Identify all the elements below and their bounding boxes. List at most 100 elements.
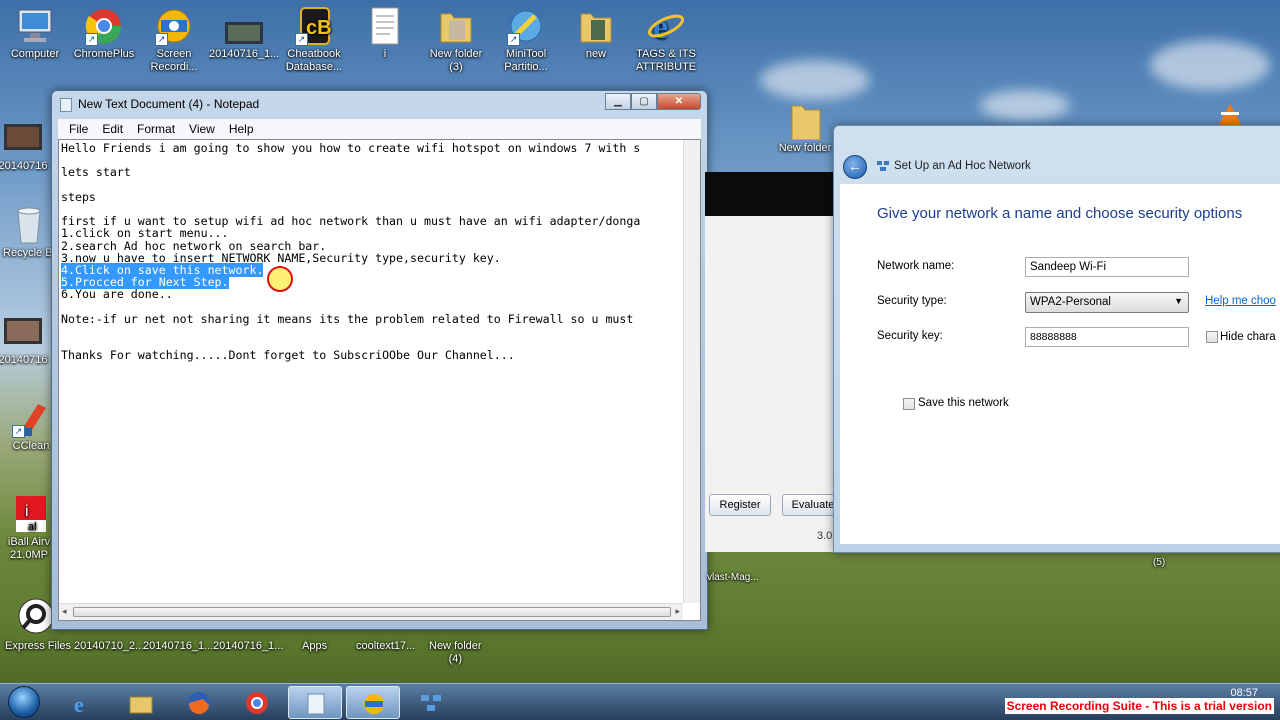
- desktop-icon-label: Cheatbook Database...: [285, 48, 343, 73]
- security-type-value: WPA2-Personal: [1030, 296, 1111, 308]
- vertical-scrollbar[interactable]: [683, 140, 700, 603]
- desktop-icon-new-folder-right[interactable]: New folder: [770, 100, 840, 155]
- desktop-label-five: (5): [1153, 557, 1166, 568]
- menu-help[interactable]: Help: [222, 119, 261, 139]
- desktop-label[interactable]: 20140716_1...: [213, 640, 283, 652]
- desktop-icon-screen-recording[interactable]: ↗ Screen Recordi...: [139, 6, 209, 74]
- video-thumbnail-icon: [2, 118, 44, 158]
- desktop-label[interactable]: Apps: [302, 640, 327, 652]
- horizontal-scrollbar[interactable]: ◂ ▸: [59, 603, 683, 620]
- folder-icon: [435, 6, 477, 46]
- start-button[interactable]: [2, 684, 50, 720]
- minimize-button[interactable]: ▁: [605, 93, 631, 110]
- desktop-icon-label: 20140716: [0, 354, 48, 366]
- security-key-label: Security key:: [877, 330, 943, 342]
- taskbar-explorer[interactable]: [114, 686, 168, 719]
- iball-icon: i al: [8, 494, 50, 534]
- desktop-label[interactable]: 20140710_2...: [74, 640, 144, 652]
- security-type-select[interactable]: WPA2-Personal ▼: [1025, 292, 1189, 313]
- notepad-titlebar[interactable]: New Text Document (4) - Notepad ▁ ▢ ✕: [52, 91, 707, 117]
- desktop-icon-tags[interactable]: e TAGS & ITS ATTRIBUTE: [631, 6, 701, 74]
- text-line: steps: [61, 189, 96, 204]
- text-line: Thanks For watching.....Dont forget to S…: [61, 348, 515, 363]
- svg-text:i: i: [25, 503, 29, 520]
- close-button[interactable]: ✕: [657, 93, 701, 110]
- folder-icon: [575, 6, 617, 46]
- network-name-input[interactable]: Sandeep Wi-Fi: [1025, 257, 1189, 277]
- computer-icon: [14, 6, 56, 46]
- desktop-label[interactable]: cooltext17...: [356, 640, 415, 652]
- desktop-icon-video-left2[interactable]: 20140716: [0, 312, 58, 367]
- firefox-icon: [186, 691, 212, 715]
- desktop-icon-video-left1[interactable]: 20140716: [0, 118, 58, 173]
- chevron-down-icon: ▼: [1174, 296, 1183, 306]
- taskbar-ie[interactable]: e: [56, 686, 110, 719]
- notepad-window[interactable]: New Text Document (4) - Notepad ▁ ▢ ✕ Fi…: [51, 90, 708, 630]
- dialog-title: Set Up an Ad Hoc Network: [894, 160, 1031, 172]
- text-area[interactable]: Hello Friends i am going to show you how…: [61, 140, 682, 602]
- svg-text:al: al: [28, 521, 37, 533]
- desktop-icon-label: Computer: [10, 48, 60, 60]
- desktop-icon-label: TAGS & ITS ATTRIBUTE: [635, 48, 697, 73]
- screen-recorder-icon: [361, 692, 387, 716]
- desktop-icon-label: MiniTool Partitio...: [504, 48, 548, 73]
- desktop-label[interactable]: 20140716_1...: [143, 640, 213, 652]
- window-title: New Text Document (4) - Notepad: [78, 97, 260, 111]
- desktop-label[interactable]: Express Files: [5, 640, 71, 652]
- internet-explorer-icon: e: [645, 6, 687, 46]
- text-line: 1.click on start menu...: [61, 226, 229, 241]
- back-arrow-icon[interactable]: ←: [843, 155, 867, 179]
- notepad-icon: [303, 692, 329, 716]
- cheatbook-icon: cB ↗: [293, 6, 335, 46]
- taskbar-firefox[interactable]: [172, 686, 226, 719]
- menu-format[interactable]: Format: [130, 119, 182, 139]
- notepad-icon: [60, 98, 72, 112]
- desktop-icon-label: New folder: [778, 142, 832, 154]
- text-line: [61, 154, 682, 166]
- desktop-icon-new-folder-3[interactable]: New folder (3): [421, 6, 491, 74]
- help-me-choose-link[interactable]: Help me choo: [1205, 295, 1276, 307]
- taskbar-notepad[interactable]: [288, 686, 342, 719]
- security-key-input[interactable]: 88888888: [1025, 327, 1189, 347]
- folder-icon: [784, 100, 826, 141]
- desktop-label-vlast: vlast-Mag...: [707, 572, 759, 583]
- desktop-icon-label: new: [585, 48, 607, 60]
- horizontal-scroll-thumb[interactable]: [73, 607, 671, 617]
- scroll-left-arrow-icon[interactable]: ◂: [62, 606, 67, 617]
- adhoc-network-dialog[interactable]: ← Set Up an Ad Hoc Network Give your net…: [833, 125, 1280, 553]
- save-network-label: Save this network: [918, 397, 1009, 409]
- text-line: lets start: [61, 165, 131, 180]
- desktop-icon-cheatbook[interactable]: cB ↗ Cheatbook Database...: [279, 6, 349, 74]
- text-line: Hello Friends i am going to show you how…: [61, 141, 641, 155]
- internet-explorer-icon: e: [70, 691, 96, 717]
- text-line: Note:-if ur net not sharing it means its…: [61, 311, 634, 326]
- scroll-right-arrow-icon[interactable]: ▸: [675, 606, 680, 617]
- folder-icon: [128, 691, 154, 715]
- hide-characters-checkbox[interactable]: [1206, 331, 1218, 343]
- text-line: [61, 325, 682, 337]
- text-editor[interactable]: Hello Friends i am going to show you how…: [58, 139, 701, 621]
- desktop-icon-new[interactable]: new: [561, 6, 631, 61]
- desktop-icon-i[interactable]: i: [350, 6, 420, 61]
- menu-edit[interactable]: Edit: [95, 119, 130, 139]
- taskbar-network[interactable]: [404, 686, 458, 719]
- menu-file[interactable]: File: [62, 119, 95, 139]
- save-network-checkbox[interactable]: [903, 398, 915, 410]
- text-line: 6.You are done..: [61, 287, 173, 302]
- desktop-label[interactable]: New folder (4): [429, 640, 482, 666]
- register-button[interactable]: Register: [709, 494, 771, 516]
- screen-recorder-icon: ↗: [153, 6, 195, 46]
- desktop-icon-label: 20140716_1...: [209, 48, 279, 60]
- network-icon: [418, 691, 444, 715]
- menu-view[interactable]: View: [182, 119, 222, 139]
- taskbar-screen-recorder[interactable]: [346, 686, 400, 719]
- desktop-icon-chromeplus[interactable]: ↗ ChromePlus: [69, 6, 139, 61]
- maximize-button[interactable]: ▢: [631, 93, 657, 110]
- taskbar-chromeplus[interactable]: [230, 686, 284, 719]
- version-text: 3.0: [817, 530, 833, 542]
- desktop-icon-video[interactable]: 20140716_1...: [209, 6, 279, 61]
- desktop-icon-minitool[interactable]: ↗ MiniTool Partitio...: [491, 6, 561, 74]
- desktop-icon-computer[interactable]: Computer: [0, 6, 70, 61]
- svg-text:e: e: [653, 9, 668, 46]
- svg-text:cB: cB: [306, 17, 332, 39]
